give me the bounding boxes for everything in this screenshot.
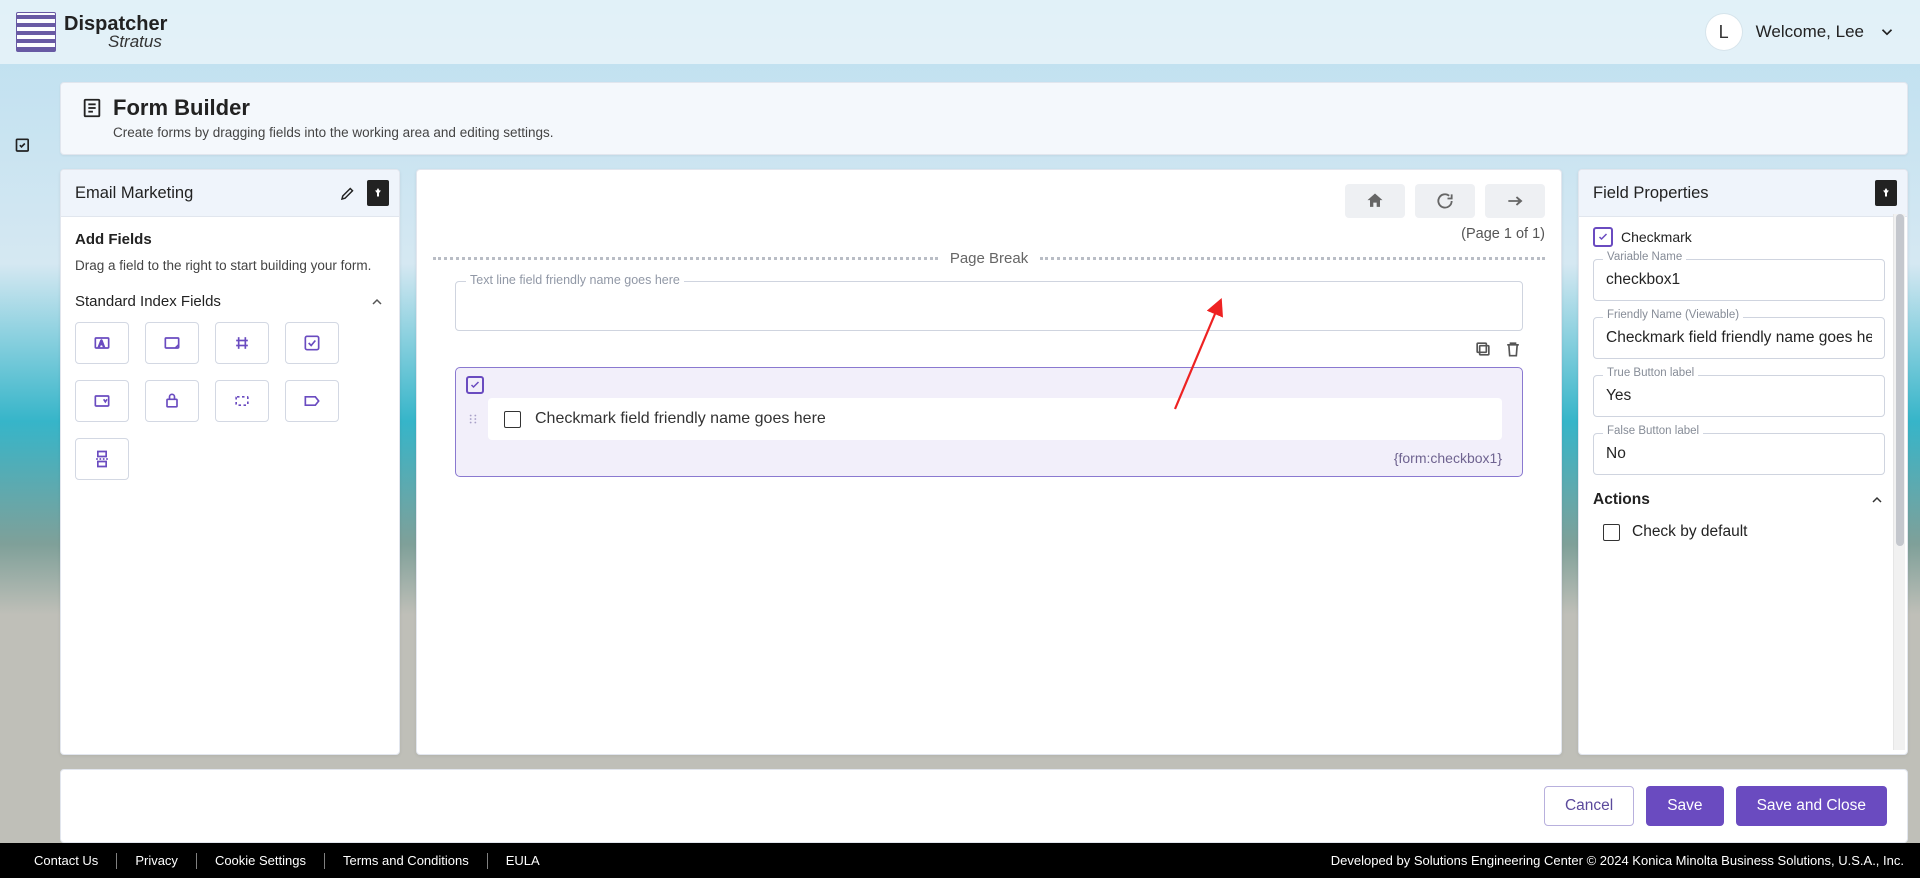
checkbox-box-icon[interactable] [1603, 524, 1620, 541]
page-break-label: Page Break [950, 250, 1028, 267]
variable-name-label: Variable Name [1603, 251, 1686, 263]
delete-field-button[interactable] [1503, 339, 1523, 359]
group-toggle-standard[interactable]: Standard Index Fields [75, 293, 385, 310]
brand: Dispatcher Stratus [16, 12, 167, 52]
footer-link-terms[interactable]: Terms and Conditions [325, 853, 487, 868]
checkmark-field[interactable]: Checkmark field friendly name goes here [488, 398, 1502, 440]
footer-link-contact[interactable]: Contact Us [16, 853, 116, 868]
selected-type-icon [1593, 227, 1613, 247]
chevron-down-icon [1878, 23, 1896, 41]
user-menu[interactable]: L Welcome, Lee [1706, 14, 1896, 50]
checkmark-field-block[interactable]: Checkmark field friendly name goes here … [455, 367, 1523, 477]
cancel-button[interactable]: Cancel [1544, 786, 1634, 826]
left-rail [0, 74, 46, 853]
footer-link-privacy[interactable]: Privacy [117, 853, 196, 868]
tile-checkbox[interactable] [285, 322, 339, 364]
checkmark-field-label: Checkmark field friendly name goes here [535, 410, 826, 428]
actions-heading: Actions [1593, 491, 1650, 509]
form-icon [81, 97, 103, 119]
fields-panel: Email Marketing Add Fields Drag a field … [60, 169, 400, 755]
check-by-default-option[interactable]: Check by default [1603, 523, 1885, 541]
form-name: Email Marketing [75, 184, 193, 203]
avatar: L [1706, 14, 1742, 50]
refresh-button[interactable] [1415, 184, 1475, 218]
footer-link-cookies[interactable]: Cookie Settings [197, 853, 324, 868]
tile-dropdown[interactable] [75, 380, 129, 422]
tile-text[interactable]: A [75, 322, 129, 364]
save-button[interactable]: Save [1646, 786, 1723, 826]
tile-secure[interactable] [145, 380, 199, 422]
check-by-default-label: Check by default [1632, 523, 1747, 541]
properties-panel: Field Properties Checkmark Variable Name [1578, 169, 1908, 755]
properties-title: Field Properties [1593, 184, 1709, 203]
tile-number[interactable] [215, 322, 269, 364]
brand-line2: Stratus [64, 33, 167, 51]
duplicate-field-button[interactable] [1473, 339, 1493, 359]
svg-text:A: A [99, 338, 105, 348]
page-title: Form Builder [113, 95, 250, 121]
rename-form-button[interactable] [339, 184, 357, 202]
footer-link-eula[interactable]: EULA [488, 853, 558, 868]
checkbox-box-icon[interactable] [504, 411, 521, 428]
tile-tag[interactable] [285, 380, 339, 422]
actions-toggle[interactable]: Actions [1593, 491, 1885, 509]
next-button[interactable] [1485, 184, 1545, 218]
footer-links: Contact Us Privacy Cookie Settings Terms… [16, 853, 558, 869]
canvas-panel: (Page 1 of 1) Page Break Text line field… [416, 169, 1562, 755]
tile-pagebreak[interactable] [75, 438, 129, 480]
add-fields-heading: Add Fields [75, 231, 385, 248]
page-break-divider: Page Break [417, 250, 1561, 275]
tile-selection[interactable] [215, 380, 269, 422]
false-label-input[interactable] [1593, 433, 1885, 475]
checkmark-variable-ref: {form:checkbox1} [488, 450, 1502, 466]
chevron-up-icon [1869, 492, 1885, 508]
field-tile-grid: A [75, 322, 385, 480]
drag-handle-icon[interactable] [466, 412, 480, 426]
add-fields-help: Drag a field to the right to start build… [75, 258, 385, 273]
tile-textarea[interactable] [145, 322, 199, 364]
brand-logo-icon [16, 12, 56, 52]
home-button[interactable] [1345, 184, 1405, 218]
group-label: Standard Index Fields [75, 293, 221, 310]
chevron-up-icon [369, 294, 385, 310]
text-line-placeholder: Text line field friendly name goes here [466, 273, 684, 287]
friendly-name-label: Friendly Name (Viewable) [1603, 309, 1743, 321]
footer-copyright: Developed by Solutions Engineering Cente… [1331, 853, 1904, 868]
selected-type-label: Checkmark [1621, 229, 1692, 245]
false-label-label: False Button label [1603, 425, 1703, 437]
top-bar: Dispatcher Stratus L Welcome, Lee [0, 0, 1920, 64]
checklist-icon[interactable] [14, 136, 34, 156]
pin-panel-button[interactable] [367, 180, 389, 206]
page-info: (Page 1 of 1) [417, 224, 1561, 250]
save-close-button[interactable]: Save and Close [1736, 786, 1887, 826]
footer: Contact Us Privacy Cookie Settings Terms… [0, 843, 1920, 878]
checkbox-icon [466, 376, 484, 394]
form-button-bar: Cancel Save Save and Close [60, 769, 1908, 843]
welcome-text: Welcome, Lee [1756, 22, 1864, 42]
page-title-card: Form Builder Create forms by dragging fi… [60, 82, 1908, 155]
pin-properties-button[interactable] [1875, 180, 1897, 206]
true-label-label: True Button label [1603, 367, 1698, 379]
friendly-name-input[interactable] [1593, 317, 1885, 359]
text-line-field[interactable]: Text line field friendly name goes here [455, 281, 1523, 331]
page-subtitle: Create forms by dragging fields into the… [113, 125, 1887, 140]
true-label-input[interactable] [1593, 375, 1885, 417]
variable-name-input[interactable] [1593, 259, 1885, 301]
